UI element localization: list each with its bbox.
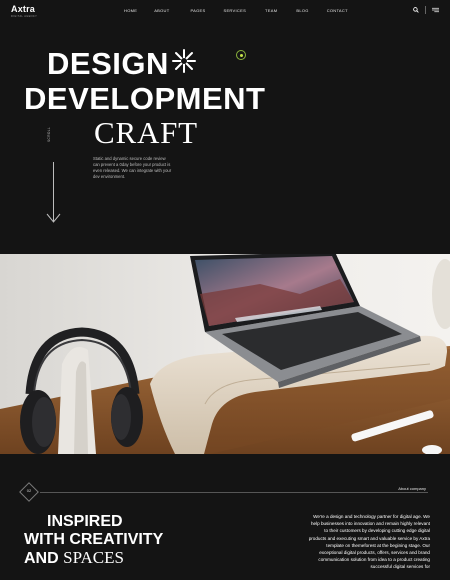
about-section: 02 About company INSPIRED WITH CREATIVIT… [0,454,450,580]
nav-services[interactable]: SERVICES [223,8,246,13]
section-number: 02 [26,488,32,493]
about-description: We're a design and technology partner fo… [306,513,430,571]
hero-workspace-image [0,254,450,454]
hero-intro-text: Static and dynamic secure code review ca… [93,156,172,179]
nav-about[interactable]: ABOUT [154,8,169,13]
asterisk-icon [172,49,196,73]
brand-logo[interactable]: Axtra DIGITAL AGENCY [11,4,37,18]
hero-title-line-3: CRAFT [94,115,198,150]
nav-divider [425,6,426,14]
about-headline: INSPIRED WITH CREATIVITY AND SPACES [24,513,163,568]
about-label: About company [398,486,426,491]
about-headline-line-1: INSPIRED [47,513,123,530]
about-headline-line-3a: AND [24,550,59,567]
hero-title-line-1: DESIGN [47,46,169,81]
top-nav: Axtra DIGITAL AGENCY HOME ABOUT PAGES SE… [0,0,450,22]
main-menu: HOME ABOUT PAGES SERVICES TEAM BLOG CONT… [118,8,348,13]
arrow-down-icon[interactable] [46,212,61,224]
about-headline-line-2: WITH CREATIVITY [24,531,164,548]
nav-pages[interactable]: PAGES [190,8,205,13]
menu-icon[interactable] [432,7,439,13]
about-text-bold: digital age. We help businesses into inn… [308,514,430,548]
accent-dot-icon [236,50,246,60]
nav-blog[interactable]: BLOG [296,8,308,13]
hero-title-line-2: DEVELOPMENT [24,81,266,116]
about-headline-line-3: AND SPACES [24,549,163,568]
about-text-lead: We're a design and technology partner fo… [313,514,399,519]
brand-name: Axtra [11,4,36,14]
nav-home[interactable]: HOME [124,8,137,13]
brand-tagline: DIGITAL AGENCY [11,14,38,18]
nav-team[interactable]: TEAM [265,8,277,13]
search-icon[interactable] [413,7,419,13]
scroll-label[interactable]: SCROLL [47,127,51,142]
nav-tools [413,6,439,14]
section-divider [40,492,428,493]
about-headline-line-3b: SPACES [63,548,124,567]
nav-contact[interactable]: CONTACT [327,8,348,13]
hero-section: DESIGN DEVELOPMENT CRAFT SCROLL Static a… [0,22,450,254]
